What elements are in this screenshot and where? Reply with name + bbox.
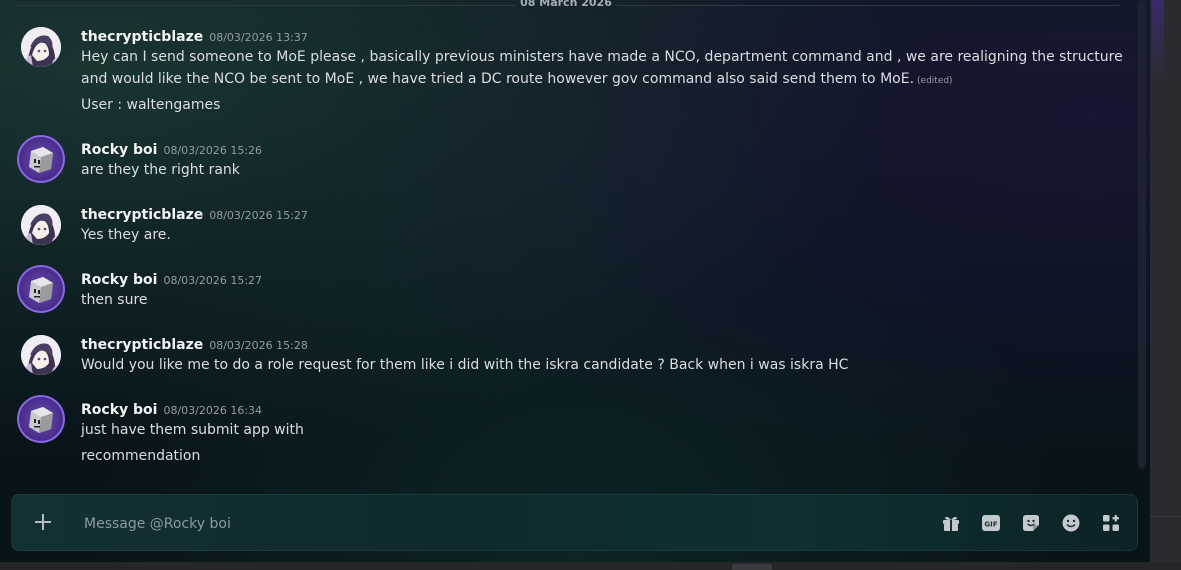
- avatar[interactable]: [21, 205, 61, 245]
- username[interactable]: Rocky boi: [81, 272, 157, 288]
- timestamp[interactable]: 08/03/2026 15:27: [163, 274, 262, 287]
- message-text: Yes they are.: [81, 227, 171, 243]
- anime-avatar-icon: [21, 335, 61, 375]
- cube-avatar-icon: [17, 135, 65, 183]
- avatar[interactable]: [17, 395, 65, 443]
- gif-icon: GIF: [982, 515, 1000, 531]
- timestamp[interactable]: 08/03/2026 16:34: [163, 404, 262, 417]
- username[interactable]: thecrypticblaze: [81, 29, 203, 45]
- message-input[interactable]: [82, 509, 906, 539]
- plus-icon: [35, 514, 51, 530]
- username[interactable]: Rocky boi: [81, 402, 157, 418]
- right-side-panel: [1150, 0, 1181, 570]
- divider-line-left: [17, 5, 515, 6]
- gif-button[interactable]: GIF: [980, 512, 1002, 534]
- date-divider-label: 08 March 2026: [520, 0, 612, 9]
- edited-label: (edited): [917, 76, 953, 86]
- timestamp[interactable]: 08/03/2026 13:37: [209, 31, 308, 44]
- sticker-button[interactable]: [1020, 512, 1042, 534]
- message-text: User : waltengames: [81, 97, 221, 113]
- emoji-button[interactable]: [1060, 512, 1082, 534]
- sticker-icon: [1023, 515, 1039, 531]
- divider-line-right: [617, 5, 1119, 6]
- username[interactable]: thecrypticblaze: [81, 337, 203, 353]
- avatar[interactable]: [21, 27, 61, 67]
- avatar[interactable]: [17, 135, 65, 183]
- anime-avatar-icon: [21, 205, 61, 245]
- timestamp[interactable]: 08/03/2026 15:28: [209, 339, 308, 352]
- bottom-tab-stub: [732, 564, 772, 570]
- add-attachment-button[interactable]: [32, 511, 54, 533]
- gift-icon: [943, 516, 959, 531]
- cube-avatar-icon: [17, 265, 65, 313]
- message-text: and would like the NCO be sent to MoE , …: [81, 69, 953, 92]
- message-text: just have them submit app with: [81, 422, 304, 438]
- emoji-icon: [1062, 514, 1080, 532]
- date-divider: 08 March 2026: [17, 0, 1119, 10]
- message-header: Rocky boi 08/03/2026 15:27: [81, 269, 262, 289]
- message-header: thecrypticblaze 08/03/2026 13:37: [81, 26, 308, 46]
- message-header: thecrypticblaze 08/03/2026 15:27: [81, 204, 308, 224]
- panel-accent: [1152, 0, 1164, 80]
- message-text-line: and would like the NCO be sent to MoE , …: [81, 71, 915, 87]
- message-text: are they the right rank: [81, 162, 240, 178]
- apps-icon: [1103, 515, 1119, 531]
- apps-button[interactable]: [1100, 512, 1122, 534]
- message-text: Would you like me to do a role request f…: [81, 357, 849, 373]
- avatar[interactable]: [17, 265, 65, 313]
- timestamp[interactable]: 08/03/2026 15:27: [209, 209, 308, 222]
- svg-text:GIF: GIF: [984, 521, 997, 529]
- scrollbar-thumb[interactable]: [1138, 0, 1146, 468]
- username[interactable]: thecrypticblaze: [81, 207, 203, 223]
- cube-avatar-icon: [17, 395, 65, 443]
- message-header: Rocky boi 08/03/2026 15:26: [81, 139, 262, 159]
- gift-button[interactable]: [940, 512, 962, 534]
- username[interactable]: Rocky boi: [81, 142, 157, 158]
- message-header: Rocky boi 08/03/2026 16:34: [81, 399, 262, 419]
- panel-divider: [1150, 516, 1181, 517]
- message-text: Hey can I send someone to MoE please , b…: [81, 49, 1123, 65]
- message-header: thecrypticblaze 08/03/2026 15:28: [81, 334, 308, 354]
- avatar[interactable]: [21, 335, 61, 375]
- timestamp[interactable]: 08/03/2026 15:26: [163, 144, 262, 157]
- anime-avatar-icon: [21, 27, 61, 67]
- message-text: recommendation: [81, 448, 201, 464]
- message-text: then sure: [81, 292, 148, 308]
- bottom-strip: [0, 562, 1181, 570]
- message-composer: GIF: [11, 494, 1138, 551]
